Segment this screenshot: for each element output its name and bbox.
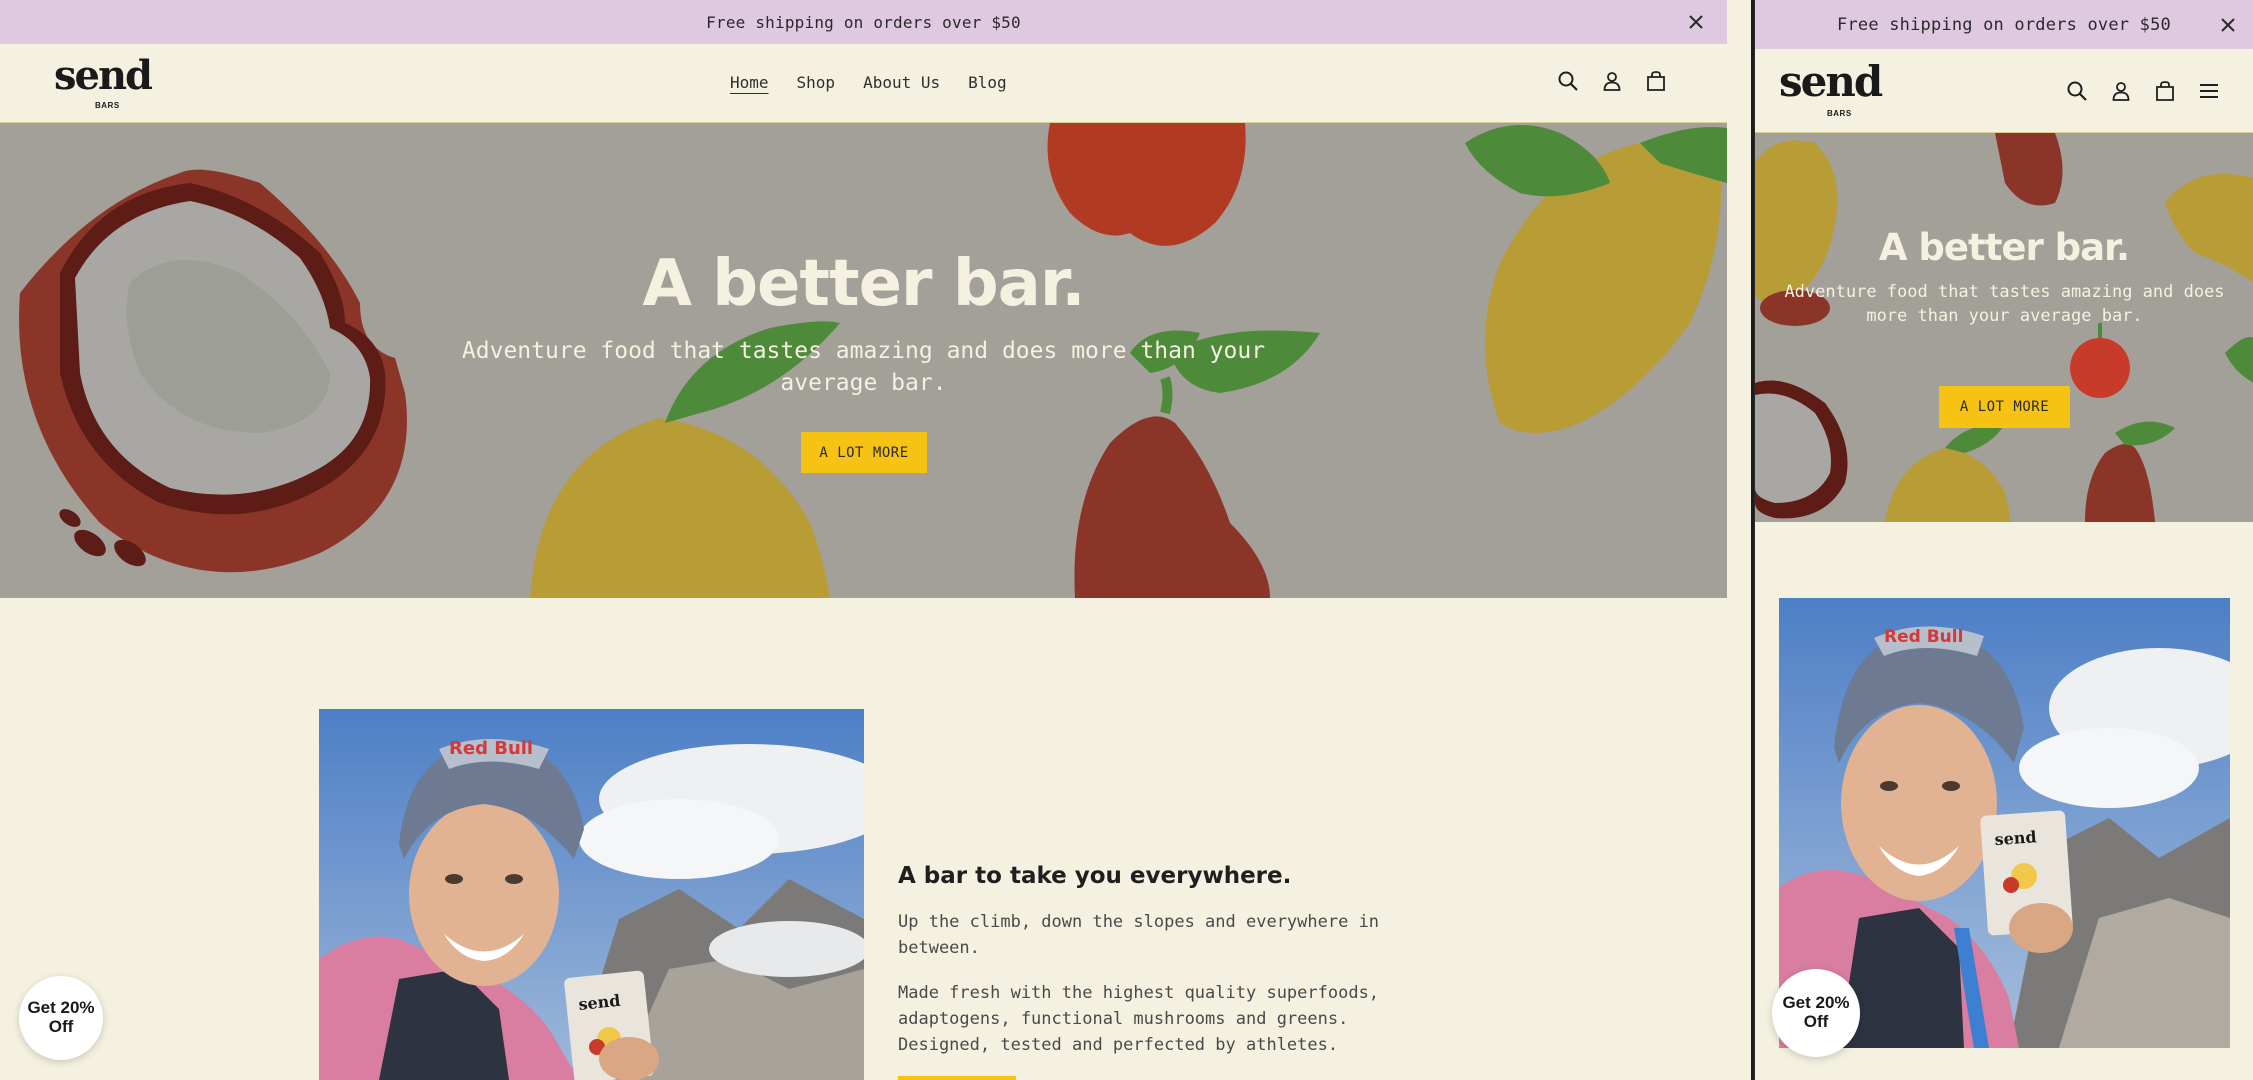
header-icons: [1557, 70, 1667, 92]
mobile-cart-icon[interactable]: [2154, 80, 2176, 102]
site-header: send BARS Home Shop About Us Blog: [0, 44, 1727, 123]
feature-paragraph-2: Made fresh with the highest quality supe…: [898, 983, 1380, 1055]
main-nav: Home Shop About Us Blog: [730, 73, 1007, 92]
mobile-discount-line-2: Off: [1803, 1012, 1829, 1031]
mobile-hero-title: A better bar.: [1878, 226, 2130, 269]
mobile-brand-sub: BARS: [1827, 109, 1852, 118]
desktop-view: Free shipping on orders over $50 send BA…: [0, 0, 1727, 1080]
mobile-announcement-bar: Free shipping on orders over $50: [1755, 0, 2253, 49]
mobile-search-icon[interactable]: [2066, 80, 2088, 102]
mobile-account-icon[interactable]: [2110, 80, 2132, 102]
discount-badge[interactable]: Get 20% Off: [19, 976, 103, 1060]
search-icon[interactable]: [1557, 70, 1579, 92]
mobile-announcement-text: Free shipping on orders over $50: [1837, 14, 2171, 35]
mobile-pouch-logo-text: send: [1994, 827, 2037, 849]
hero-subtitle: Adventure food that tastes amazing and d…: [461, 338, 1266, 397]
athlete-photo: Red Bull send: [319, 709, 864, 1080]
mobile-brand-logo[interactable]: send BARS: [1779, 57, 1889, 119]
mobile-view: Free shipping on orders over $50 send BA…: [1754, 0, 2253, 1080]
cart-icon[interactable]: [1645, 70, 1667, 92]
brand-logo[interactable]: send BARS: [54, 52, 164, 111]
brand-name: send: [54, 52, 153, 99]
mobile-discount-badge[interactable]: Get 20% Off: [1772, 969, 1860, 1057]
athlete-photo-image: Red Bull send: [319, 709, 864, 1080]
mobile-helmet-logo-text: Red Bull: [1884, 627, 1963, 647]
discount-line-2: Off: [48, 1017, 74, 1036]
mobile-brand-name: send: [1779, 57, 1883, 106]
nav-home[interactable]: Home: [730, 73, 769, 92]
mobile-discount-line-1: Get 20%: [1782, 993, 1850, 1013]
menu-icon[interactable]: [2198, 80, 2220, 102]
brand-sub: BARS: [95, 101, 120, 110]
hero-cta-button[interactable]: A LOT MORE: [801, 432, 927, 473]
mobile-site-header: send BARS: [1755, 49, 2253, 133]
close-icon[interactable]: [1685, 11, 1707, 33]
mobile-header-icons: [2066, 80, 2220, 102]
feature-title: A bar to take you everywhere.: [898, 863, 1292, 889]
nav-shop[interactable]: Shop: [797, 73, 836, 92]
hero-title: A better bar.: [642, 247, 1085, 321]
mobile-hero-cta-button[interactable]: A LOT MORE: [1939, 386, 2070, 428]
feature-paragraph-1: Up the climb, down the slopes and everyw…: [898, 912, 1380, 958]
announcement-bar: Free shipping on orders over $50: [0, 0, 1727, 44]
nav-blog[interactable]: Blog: [968, 73, 1007, 92]
helmet-logo-text: Red Bull: [449, 738, 533, 759]
hero-banner: A better bar. Adventure food that tastes…: [0, 123, 1727, 598]
account-icon[interactable]: [1601, 70, 1623, 92]
mobile-hero-subtitle: Adventure food that tastes amazing and d…: [1784, 282, 2225, 326]
mobile-hero-banner: A better bar. Adventure food that tastes…: [1755, 133, 2253, 522]
feature-cta-button[interactable]: [898, 1076, 1016, 1080]
announcement-text: Free shipping on orders over $50: [706, 12, 1021, 32]
mobile-close-icon[interactable]: [2217, 14, 2239, 36]
discount-line-1: Get 20%: [27, 998, 95, 1018]
nav-about[interactable]: About Us: [863, 73, 940, 92]
